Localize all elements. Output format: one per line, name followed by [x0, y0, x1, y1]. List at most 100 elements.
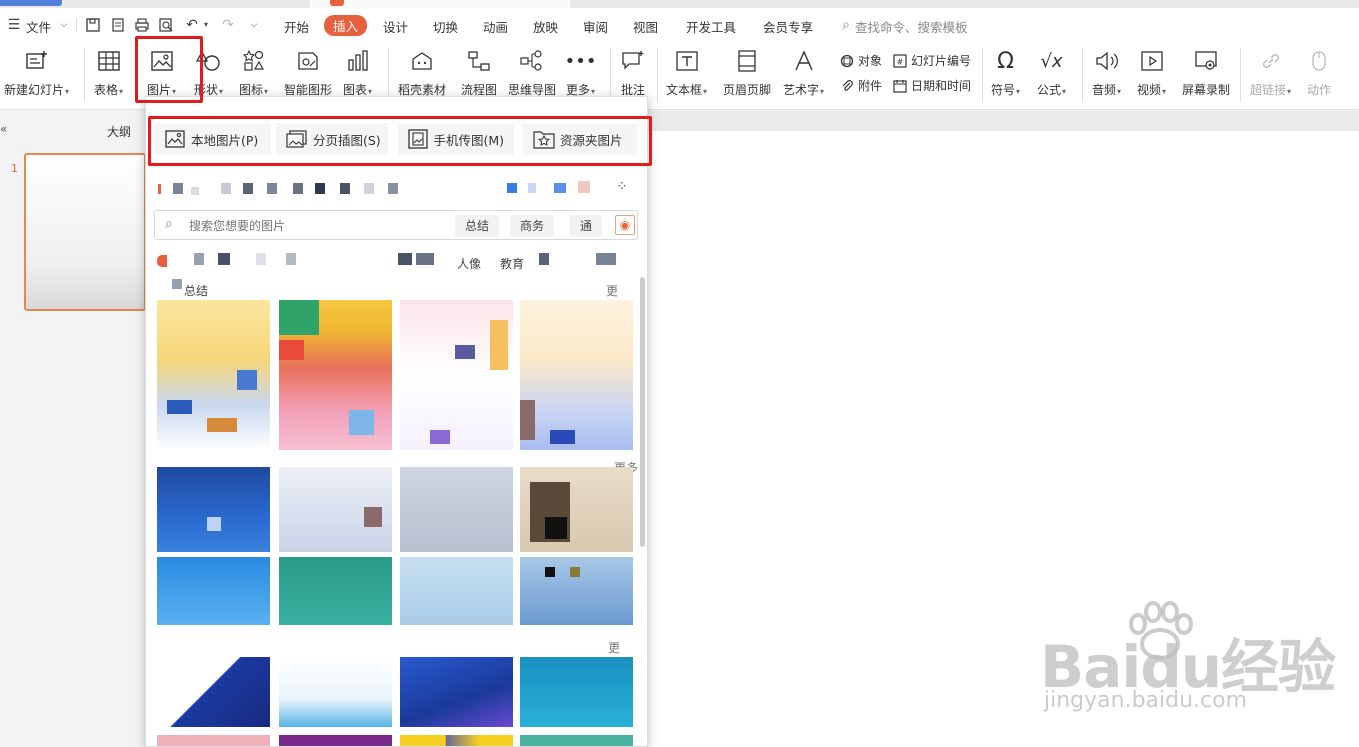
docer-material-button[interactable]: 稻壳素材 [398, 48, 446, 98]
table-button[interactable]: 表格▾ [94, 48, 123, 98]
template-thumbnail[interactable] [157, 657, 270, 727]
template-thumbnail[interactable] [279, 557, 392, 625]
attachment-button[interactable]: 附件 [839, 77, 882, 94]
local-picture-button[interactable]: 本地图片(P) [154, 123, 271, 155]
more-button[interactable]: ••• 更多▾ [565, 48, 597, 98]
category-tab[interactable] [243, 183, 253, 194]
category-tab[interactable] [267, 183, 277, 194]
phone-upload-button[interactable]: 手机传图(M) [398, 123, 514, 155]
header-footer-button[interactable]: 页眉页脚 [723, 48, 771, 98]
tag[interactable] [539, 253, 549, 265]
icon-button[interactable]: 图标▾ [239, 48, 268, 98]
audio-button[interactable]: 音频▾ [1092, 48, 1121, 98]
tab-insert[interactable]: 插入 [324, 15, 368, 36]
document-tab[interactable] [0, 0, 62, 6]
tag[interactable] [218, 253, 230, 265]
action-button[interactable]: 动作 [1306, 48, 1332, 98]
tab-developer[interactable]: 开发工具 [686, 17, 736, 36]
template-thumbnail[interactable] [520, 467, 633, 552]
slide-number-button[interactable]: # 幻灯片编号 [892, 52, 971, 69]
active-document-tab[interactable] [310, 0, 570, 8]
category-tab[interactable] [173, 183, 183, 194]
category-tab[interactable] [221, 183, 231, 194]
template-thumbnail[interactable] [520, 735, 633, 746]
template-thumbnail[interactable] [157, 735, 270, 746]
category-tab[interactable] [507, 183, 517, 193]
picture-search-input[interactable] [189, 217, 449, 235]
undo-dropdown-icon[interactable]: ▾ [198, 17, 214, 33]
chart-button[interactable]: 图表▾ [343, 48, 372, 98]
tag[interactable] [256, 253, 266, 265]
slide-thumbnail[interactable] [24, 153, 146, 311]
textbox-button[interactable]: 文本框▾ [666, 48, 707, 98]
template-thumbnail[interactable] [520, 557, 633, 625]
formula-button[interactable]: √x 公式▾ [1037, 48, 1066, 98]
tag[interactable] [416, 253, 434, 265]
customize-toolbar-icon[interactable]: ⌵ [246, 17, 262, 33]
export-pdf-icon[interactable] [110, 17, 126, 33]
category-tab[interactable] [388, 183, 398, 194]
tab-home[interactable]: 开始 [284, 17, 309, 36]
template-thumbnail[interactable] [279, 467, 392, 552]
comment-button[interactable]: 批注 [620, 48, 646, 98]
category-tab[interactable] [528, 183, 536, 193]
template-thumbnail[interactable] [400, 735, 513, 746]
section-more-link[interactable]: 更 [608, 639, 620, 656]
file-menu[interactable]: 文件 [26, 17, 51, 36]
wordart-button[interactable]: 艺术字▾ [783, 48, 824, 98]
tag-portrait[interactable]: 人像 [457, 255, 481, 272]
tag[interactable] [596, 253, 616, 265]
category-tab[interactable] [315, 183, 325, 194]
tab-transition[interactable]: 切换 [433, 17, 458, 36]
template-thumbnail[interactable] [400, 557, 513, 625]
template-thumbnail[interactable] [279, 300, 392, 450]
save-icon[interactable] [85, 17, 101, 33]
tag[interactable] [194, 253, 204, 265]
tag[interactable] [286, 253, 296, 265]
search-chip-business[interactable]: 商务 [510, 215, 555, 237]
datetime-button[interactable]: 日期和时间 [892, 77, 971, 94]
category-tab[interactable] [554, 183, 566, 193]
mindmap-button[interactable]: 思维导图 [508, 48, 556, 98]
symbol-button[interactable]: Ω 符号▾ [991, 48, 1020, 98]
paged-illustration-button[interactable]: 分页插图(S) [276, 123, 388, 155]
category-tab[interactable] [340, 183, 350, 194]
redo-icon[interactable]: ↷ [220, 17, 236, 33]
tag-education[interactable]: 教育 [500, 255, 524, 272]
category-tab[interactable] [293, 183, 303, 194]
print-icon[interactable] [134, 17, 150, 33]
section-more-link[interactable]: 更 [606, 282, 618, 299]
category-tab[interactable] [578, 181, 590, 193]
smartart-button[interactable]: 智能图形 [284, 48, 332, 98]
outline-tab[interactable]: 大纲 [107, 123, 131, 140]
picture-button[interactable]: 图片▾ [147, 48, 176, 98]
command-search[interactable]: 查找命令、搜索模板 [855, 17, 968, 36]
category-tab[interactable] [191, 187, 199, 195]
panel-scrollbar[interactable] [640, 277, 645, 547]
camera-icon[interactable]: ◉ [615, 215, 635, 235]
template-thumbnail[interactable] [157, 557, 270, 625]
collapse-pane-button[interactable]: « [0, 122, 7, 136]
tab-design[interactable]: 设计 [383, 17, 408, 36]
chevron-down-icon[interactable]: ⌵ [56, 17, 72, 33]
tab-slideshow[interactable]: 放映 [533, 17, 558, 36]
grid-view-icon[interactable]: ⁘ [616, 179, 628, 195]
template-thumbnail[interactable] [157, 300, 270, 450]
object-button[interactable]: 对象 [839, 52, 882, 69]
screen-record-button[interactable]: 屏幕录制 [1182, 48, 1230, 98]
category-tab[interactable] [364, 183, 374, 194]
template-thumbnail[interactable] [279, 657, 392, 727]
video-button[interactable]: 视频▾ [1137, 48, 1166, 98]
print-preview-icon[interactable] [158, 17, 174, 33]
tab-animation[interactable]: 动画 [483, 17, 508, 36]
template-thumbnail[interactable] [400, 657, 513, 727]
template-thumbnail[interactable] [400, 300, 513, 450]
tab-review[interactable]: 审阅 [583, 17, 608, 36]
flowchart-button[interactable]: 流程图 [461, 48, 497, 98]
template-thumbnail[interactable] [400, 467, 513, 552]
tag[interactable] [157, 255, 167, 267]
resource-folder-button[interactable]: 资源夹图片 [523, 123, 637, 155]
tab-view[interactable]: 视图 [633, 17, 658, 36]
tag[interactable] [398, 253, 412, 265]
search-chip-general[interactable]: 通 [570, 215, 603, 237]
